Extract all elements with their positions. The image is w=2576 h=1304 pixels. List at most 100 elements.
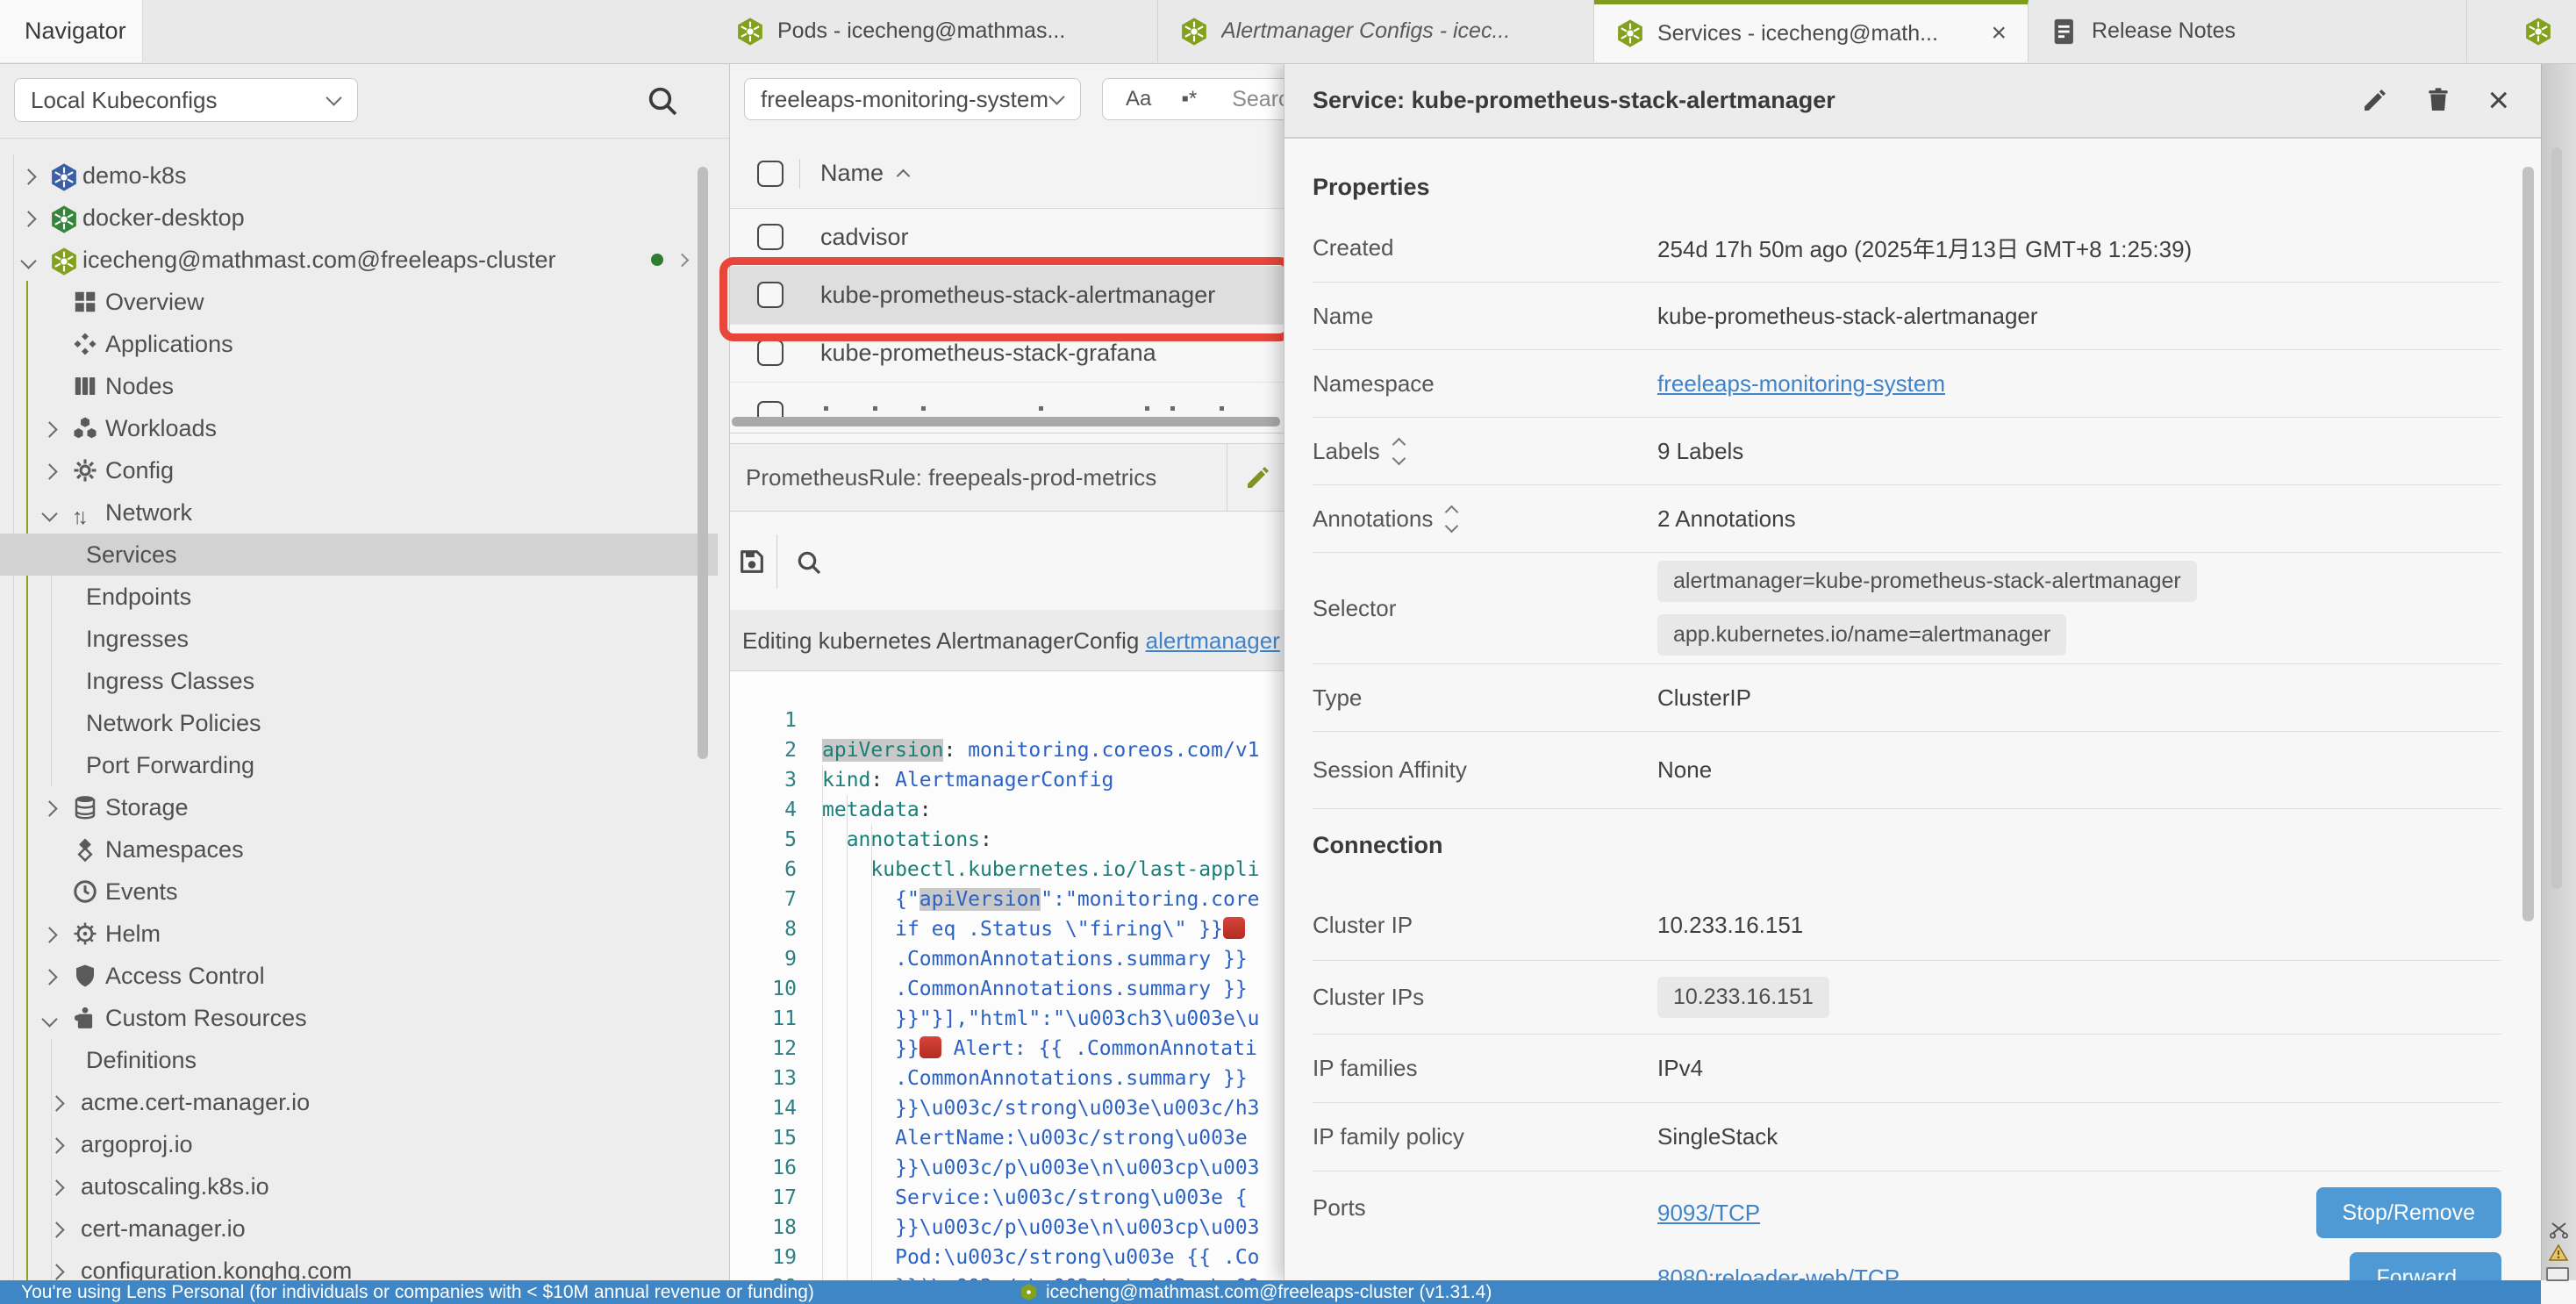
edit-pencil-icon[interactable] <box>1244 463 1272 491</box>
tab[interactable]: Alertmanager Configs - icec... <box>1158 0 1594 62</box>
stop-remove-button[interactable]: Stop/Remove <box>2316 1187 2501 1238</box>
sidebar-item-helm[interactable]: Helm <box>0 913 718 955</box>
drawer-scrollbar[interactable] <box>2522 167 2534 921</box>
chevron-right-icon[interactable] <box>48 1222 64 1237</box>
yaml-editor[interactable]: 1 apiVersion: monitoring.coreos.com/v1 2… <box>730 671 1284 1280</box>
tab[interactable] <box>2511 0 2576 62</box>
chevron-right-icon[interactable] <box>20 211 36 226</box>
namespace-link[interactable]: freeleaps-monitoring-system <box>1657 370 1945 397</box>
editing-prefix: Editing kubernetes AlertmanagerConfig <box>742 627 1139 654</box>
chevron-right-icon[interactable] <box>41 421 57 437</box>
sidebar-item-argoproj-io[interactable]: argoproj.io <box>0 1123 718 1165</box>
search-box[interactable]: Aa ▪* Search <box>1102 78 1284 120</box>
active-cluster-label[interactable]: icecheng@mathmast.com@freeleaps-cluster … <box>1046 1280 1492 1304</box>
sidebar-item-workloads[interactable]: Workloads <box>0 407 718 449</box>
kubeconfig-select[interactable]: Local Kubeconfigs <box>14 78 358 122</box>
chevron-down-icon[interactable] <box>20 253 36 269</box>
sidebar-item-ingress-classes[interactable]: Ingress Classes <box>0 660 718 702</box>
detail-row-namespace: Namespace freeleaps-monitoring-system <box>1313 349 2501 417</box>
detail-value: 254d 17h 50m ago (2025年1月13日 GMT+8 1:25:… <box>1657 236 2192 262</box>
row-checkbox[interactable] <box>757 224 784 250</box>
chevron-right-icon[interactable] <box>41 800 57 816</box>
sidebar-item-label: acme.cert-manager.io <box>81 1081 310 1123</box>
row-checkbox[interactable] <box>757 401 784 417</box>
sidebar-item-label: Network <box>105 491 192 534</box>
sidebar-item-nodes[interactable]: Nodes <box>0 365 718 407</box>
sidebar-item-ingresses[interactable]: Ingresses <box>0 618 718 660</box>
tab[interactable]: Services - icecheng@math... × <box>1594 0 2029 62</box>
match-case-icon[interactable]: Aa <box>1126 87 1151 111</box>
delete-trash-icon[interactable] <box>2424 86 2452 114</box>
detail-row-value: None <box>1657 756 1712 784</box>
port-link[interactable]: 9093/TCP <box>1657 1200 1760 1227</box>
forward--button[interactable]: Forward... <box>2350 1252 2501 1280</box>
search-icon[interactable] <box>645 83 680 118</box>
chevron-down-icon[interactable] <box>41 1011 57 1027</box>
chevron-right-icon[interactable] <box>48 1095 64 1111</box>
horizontal-scrollbar[interactable] <box>732 417 1280 426</box>
sidebar-item-label: Config <box>105 449 174 491</box>
row-checkbox[interactable] <box>757 340 784 366</box>
k8s-olive-icon <box>49 247 75 273</box>
sidebar-scrollbar[interactable] <box>698 167 708 759</box>
chevron-down-icon[interactable] <box>41 505 57 521</box>
sidebar-item-port-forwarding[interactable]: Port Forwarding <box>0 744 718 786</box>
sidebar-item-docker-desktop[interactable]: docker-desktop <box>0 197 718 239</box>
detail-row-label: Name <box>1313 303 1657 330</box>
sidebar-item-acme-cert-manager-io[interactable]: acme.cert-manager.io <box>0 1081 718 1123</box>
name-column-header[interactable]: Name <box>820 138 884 208</box>
regex-icon[interactable]: ▪* <box>1181 87 1197 111</box>
editing-resource-link[interactable]: alertmanager <box>1146 627 1280 654</box>
save-icon[interactable] <box>737 547 767 577</box>
sidebar-item-configuration-konghq-com[interactable]: configuration.konghq.com <box>0 1250 718 1280</box>
sidebar-item-definitions[interactable]: Definitions <box>0 1039 718 1081</box>
chevron-right-icon[interactable] <box>41 969 57 985</box>
chevron-right-icon[interactable] <box>48 1179 64 1195</box>
sidebar-item-autoscaling-k8s-io[interactable]: autoscaling.k8s.io <box>0 1165 718 1207</box>
sidebar-item-access-control[interactable]: Access Control <box>0 955 718 997</box>
sidebar-item-demo-k8s[interactable]: demo-k8s <box>0 154 718 197</box>
lens-window: Navigator Pods - icecheng@mathmas... Ale… <box>0 0 2576 1304</box>
kubernetes-icon <box>735 17 765 47</box>
tab[interactable]: Pods - icecheng@mathmas... <box>714 0 1158 62</box>
sort-toggle-icon[interactable] <box>1447 507 1456 531</box>
sidebar-item-events[interactable]: Events <box>0 871 718 913</box>
table-header: Name <box>730 138 1284 209</box>
port-link[interactable]: 8080:reloader-web/TCP <box>1657 1265 1900 1281</box>
chevron-right-icon[interactable] <box>41 463 57 479</box>
tab-close-icon[interactable]: × <box>1991 20 2007 47</box>
sidebar-item-network-policies[interactable]: Network Policies <box>0 702 718 744</box>
sort-ascending-icon[interactable] <box>897 169 911 183</box>
value-chip: 10.233.16.151 <box>1657 977 1829 1018</box>
sidebar-item-namespaces[interactable]: Namespaces <box>0 828 718 871</box>
chevron-right-icon[interactable] <box>48 1264 64 1279</box>
sidebar-item-services[interactable]: Services <box>0 534 718 576</box>
tab[interactable]: Release Notes <box>2029 0 2467 62</box>
prometheusrule-dock-tab[interactable]: PrometheusRule: freepeals-prod-metrics <box>730 443 1284 512</box>
table-row-partial[interactable] <box>730 382 1284 417</box>
sidebar-item-icecheng-mathmast-com-freeleaps-cluster[interactable]: icecheng@mathmast.com@freeleaps-cluster <box>0 239 718 281</box>
sidebar-item-network[interactable]: Network ↑↓ <box>0 491 718 534</box>
sidebar-item-overview[interactable]: Overview <box>0 281 718 323</box>
config-icon <box>72 457 98 484</box>
chevron-right-icon[interactable] <box>41 927 57 942</box>
sidebar-item-endpoints[interactable]: Endpoints <box>0 576 718 618</box>
chevron-right-icon[interactable] <box>676 254 690 268</box>
sort-toggle-icon[interactable] <box>1394 440 1404 463</box>
namespace-select[interactable]: freeleaps-monitoring-system <box>744 78 1081 120</box>
kubernetes-icon <box>1179 17 1209 47</box>
sidebar-item-custom-resources[interactable]: Custom Resources <box>0 997 718 1039</box>
sidebar-item-config[interactable]: Config <box>0 449 718 491</box>
select-all-checkbox[interactable] <box>757 161 784 187</box>
code-line: 18 Pod:\u003c/strong\u003e {{ .Co <box>730 1183 1284 1213</box>
sidebar-item-applications[interactable]: Applications <box>0 323 718 365</box>
edit-pencil-icon[interactable] <box>2361 86 2389 114</box>
editor-search-icon[interactable] <box>795 548 823 577</box>
sidebar-item-cert-manager-io[interactable]: cert-manager.io <box>0 1207 718 1250</box>
chevron-right-icon[interactable] <box>48 1137 64 1153</box>
close-icon[interactable]: × <box>2487 82 2509 118</box>
sidebar-item-storage[interactable]: Storage <box>0 786 718 828</box>
detail-row-value: kube-prometheus-stack-alertmanager <box>1657 303 2038 330</box>
events-icon <box>72 878 98 905</box>
chevron-right-icon[interactable] <box>20 168 36 184</box>
